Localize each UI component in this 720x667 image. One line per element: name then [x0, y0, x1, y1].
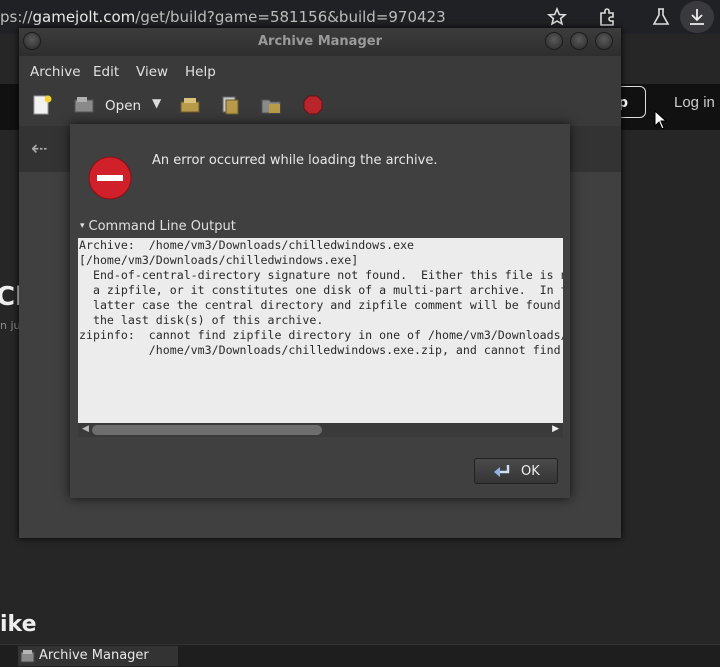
- open-archive-icon[interactable]: [73, 94, 95, 116]
- labs-flask-icon[interactable]: [650, 6, 672, 28]
- window-title: Archive Manager: [258, 34, 382, 49]
- error-dialog: An error occurred while loading the arch…: [70, 124, 570, 498]
- expander-arrow-icon: ▾: [80, 221, 85, 231]
- horizontal-scrollbar[interactable]: ◀ ▶: [78, 423, 563, 437]
- open-dropdown-arrow-icon[interactable]: ▼: [152, 96, 161, 110]
- ok-button[interactable]: OK: [474, 458, 558, 484]
- back-arrow-icon[interactable]: ⇠: [31, 136, 48, 160]
- taskbar: Archive Manager: [0, 644, 720, 667]
- command-output-textview[interactable]: Archive: /home/vm3/Downloads/chilledwind…: [78, 238, 563, 424]
- new-archive-icon[interactable]: [31, 94, 53, 116]
- login-link[interactable]: Log in: [674, 94, 715, 111]
- error-message: An error occurred while loading the arch…: [152, 153, 438, 168]
- maximize-button[interactable]: [570, 32, 588, 50]
- window-titlebar[interactable]: Archive Manager: [19, 28, 621, 56]
- output-line: latter case the central directory and zi…: [79, 298, 563, 312]
- scroll-right-arrow-icon[interactable]: ▶: [552, 424, 559, 434]
- star-icon[interactable]: [546, 6, 568, 28]
- output-line: Archive: /home/vm3/Downloads/chilledwind…: [79, 238, 415, 252]
- download-button[interactable]: [680, 1, 714, 33]
- output-line: [/home/vm3/Downloads/chilledwindows.exe]: [79, 253, 359, 267]
- menu-view[interactable]: View: [136, 64, 168, 80]
- open-button-label[interactable]: Open: [105, 98, 141, 114]
- stop-icon[interactable]: [302, 94, 324, 116]
- taskbar-item-archive-manager[interactable]: Archive Manager: [18, 646, 178, 666]
- scroll-left-arrow-icon[interactable]: ◀: [82, 424, 89, 434]
- game-subtitle-partial: n ju: [0, 319, 21, 332]
- scrollbar-thumb[interactable]: [92, 425, 322, 435]
- ok-button-label: OK: [521, 464, 540, 479]
- menu-help[interactable]: Help: [185, 64, 216, 80]
- command-output-expander[interactable]: ▾ Command Line Output: [80, 219, 236, 234]
- url-scheme: ps://: [0, 8, 33, 26]
- mouse-cursor-icon: [654, 110, 668, 130]
- address-bar[interactable]: ps://gamejolt.com/get/build?game=581156&…: [0, 8, 446, 26]
- extract-icon[interactable]: [179, 94, 201, 116]
- return-arrow-icon: [494, 465, 510, 477]
- output-line: End-of-central-directory signature not f…: [79, 268, 563, 282]
- error-icon: [88, 156, 132, 200]
- close-button[interactable]: [595, 32, 613, 50]
- add-files-icon[interactable]: [219, 94, 241, 116]
- taskbar-item-label: Archive Manager: [39, 648, 149, 663]
- extensions-icon[interactable]: [596, 6, 618, 28]
- url-path: /get/build?game=581156&build=970423: [135, 8, 446, 26]
- output-line: /home/vm3/Downloads/chilledwindows.exe.z…: [79, 343, 561, 357]
- output-line: zipinfo: cannot find zipfile directory i…: [79, 328, 563, 342]
- section-heading-partial: ike: [0, 612, 37, 637]
- menu-archive[interactable]: Archive: [30, 64, 81, 80]
- minimize-button[interactable]: [545, 32, 563, 50]
- toolbar: Open ▼: [19, 86, 621, 124]
- menu-edit[interactable]: Edit: [93, 64, 119, 80]
- output-line: the last disk(s) of this archive.: [79, 313, 324, 327]
- add-folder-icon[interactable]: [260, 94, 282, 116]
- menubar: Archive Edit View Help: [19, 56, 621, 86]
- expander-label: Command Line Output: [88, 219, 236, 234]
- archive-app-icon: [20, 650, 35, 663]
- output-line: a zipfile, or it constitutes one disk of…: [79, 283, 563, 297]
- download-icon: [690, 9, 704, 25]
- url-host: gamejolt.com: [32, 8, 136, 26]
